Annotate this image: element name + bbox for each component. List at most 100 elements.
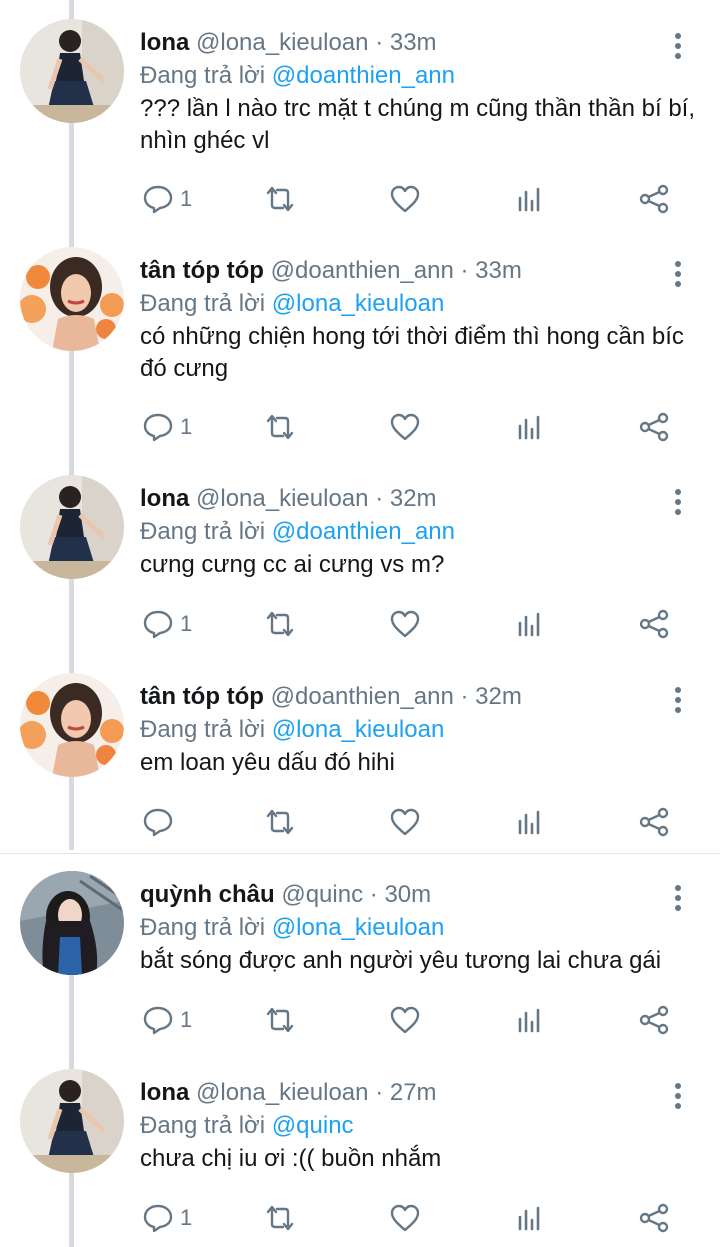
share-button[interactable]	[638, 407, 670, 447]
display-name[interactable]: lona	[140, 29, 189, 56]
reply-count: 1	[180, 611, 193, 636]
replying-to: Đang trả lời @lona_kieuloan	[140, 715, 444, 745]
avatar[interactable]	[20, 673, 124, 777]
stats-button[interactable]	[514, 1198, 546, 1238]
avatar-image-lona	[20, 19, 124, 123]
reply-icon	[143, 413, 173, 442]
tweet[interactable]: lona @lona_kieuloan · 32m Đang trả lời @…	[0, 475, 720, 645]
replying-to-handle[interactable]: @lona_kieuloan	[272, 914, 445, 941]
reply-button[interactable]: 1	[142, 604, 192, 644]
share-icon	[639, 807, 669, 837]
avatar[interactable]	[20, 19, 124, 123]
username[interactable]: @lona_kieuloan	[196, 29, 369, 56]
replying-to-handle[interactable]: @lona_kieuloan	[272, 716, 445, 743]
reply-button[interactable]	[142, 802, 180, 842]
username[interactable]: @quinc	[281, 881, 363, 908]
tweet[interactable]: quỳnh châu @quinc · 30m Đang trả lời @lo…	[0, 871, 720, 1041]
stats-button[interactable]	[514, 604, 546, 644]
like-button[interactable]	[389, 1198, 421, 1238]
like-button[interactable]	[389, 407, 421, 447]
avatar[interactable]	[20, 871, 124, 975]
display-name[interactable]: lona	[140, 485, 189, 512]
tweet-text: chưa chị iu ơi :(( buồn nhắm	[140, 1145, 442, 1172]
replying-to-label: Đang trả lời	[140, 716, 266, 743]
separator-dot: ·	[369, 881, 378, 908]
username[interactable]: @lona_kieuloan	[196, 485, 369, 512]
tweet[interactable]: lona @lona_kieuloan · 27m Đang trả lời @…	[0, 1069, 720, 1239]
retweet-button[interactable]	[264, 179, 296, 219]
reply-count: 1	[180, 1007, 193, 1032]
display-name[interactable]: quỳnh châu	[140, 881, 275, 908]
reply-icon	[143, 1204, 173, 1233]
stats-icon	[518, 1206, 540, 1231]
timestamp[interactable]: 27m	[390, 1079, 437, 1106]
avatar-image-quinc	[20, 871, 124, 975]
username[interactable]: @lona_kieuloan	[196, 1079, 369, 1106]
more-vertical-icon[interactable]	[668, 1081, 688, 1111]
avatar[interactable]	[20, 247, 124, 351]
more-vertical-icon[interactable]	[668, 259, 688, 289]
retweet-button[interactable]	[264, 802, 296, 842]
reply-button[interactable]: 1	[142, 407, 192, 447]
more-vertical-icon[interactable]	[668, 31, 688, 61]
like-button[interactable]	[389, 179, 421, 219]
stats-button[interactable]	[514, 407, 546, 447]
timestamp[interactable]: 32m	[475, 683, 522, 710]
replying-to-label: Đang trả lời	[140, 914, 266, 941]
avatar[interactable]	[20, 1069, 124, 1173]
avatar-image-tan	[20, 247, 124, 351]
tweet-text: bắt sóng được anh người yêu tương lai ch…	[140, 947, 662, 974]
stats-button[interactable]	[514, 1000, 546, 1040]
display-name[interactable]: tân tóp tóp	[140, 257, 264, 284]
reply-icon	[143, 185, 173, 214]
retweet-button[interactable]	[264, 604, 296, 644]
tweet[interactable]: tân tóp tóp @doanthien_ann · 33m Đang tr…	[0, 247, 720, 447]
reply-icon	[143, 1006, 173, 1035]
username[interactable]: @doanthien_ann	[271, 683, 454, 710]
timestamp[interactable]: 30m	[384, 881, 431, 908]
replying-to: Đang trả lời @lona_kieuloan	[140, 913, 444, 943]
share-button[interactable]	[638, 1198, 670, 1238]
replying-to: Đang trả lời @quinc	[140, 1111, 354, 1141]
like-button[interactable]	[389, 1000, 421, 1040]
heart-icon	[390, 1006, 420, 1034]
replying-to-handle[interactable]: @doanthien_ann	[272, 518, 455, 545]
display-name[interactable]: lona	[140, 1079, 189, 1106]
stats-icon	[518, 810, 540, 835]
timestamp[interactable]: 32m	[390, 485, 437, 512]
stats-button[interactable]	[514, 802, 546, 842]
reply-count: 1	[180, 1205, 193, 1230]
replying-to: Đang trả lời @lona_kieuloan	[140, 289, 444, 319]
avatar[interactable]	[20, 475, 124, 579]
retweet-button[interactable]	[264, 1000, 296, 1040]
more-vertical-icon[interactable]	[668, 685, 688, 715]
more-vertical-icon[interactable]	[668, 487, 688, 517]
retweet-button[interactable]	[264, 1198, 296, 1238]
like-button[interactable]	[389, 802, 421, 842]
tweet[interactable]: tân tóp tóp @doanthien_ann · 32m Đang tr…	[0, 673, 720, 843]
share-button[interactable]	[638, 802, 670, 842]
tweet[interactable]: lona @lona_kieuloan · 33m Đang trả lời @…	[0, 19, 720, 219]
avatar-image-tan	[20, 673, 124, 777]
reply-button[interactable]: 1	[142, 1198, 192, 1238]
replying-to-handle[interactable]: @lona_kieuloan	[272, 290, 445, 317]
share-button[interactable]	[638, 179, 670, 219]
timestamp[interactable]: 33m	[390, 29, 437, 56]
more-vertical-icon[interactable]	[668, 883, 688, 913]
stats-button[interactable]	[514, 179, 546, 219]
replying-to-handle[interactable]: @doanthien_ann	[272, 62, 455, 89]
like-button[interactable]	[389, 604, 421, 644]
display-name[interactable]: tân tóp tóp	[140, 683, 264, 710]
username[interactable]: @doanthien_ann	[271, 257, 454, 284]
reply-button[interactable]: 1	[142, 179, 192, 219]
timestamp[interactable]: 33m	[475, 257, 522, 284]
stats-icon	[518, 415, 540, 440]
replying-to-label: Đang trả lời	[140, 290, 266, 317]
retweet-button[interactable]	[264, 407, 296, 447]
tweet-text: có những chiện hong tới thời điểm thì ho…	[140, 323, 684, 382]
share-button[interactable]	[638, 604, 670, 644]
share-button[interactable]	[638, 1000, 670, 1040]
replying-to-handle[interactable]: @quinc	[272, 1112, 354, 1139]
avatar-image-lona	[20, 1069, 124, 1173]
reply-button[interactable]: 1	[142, 1000, 192, 1040]
